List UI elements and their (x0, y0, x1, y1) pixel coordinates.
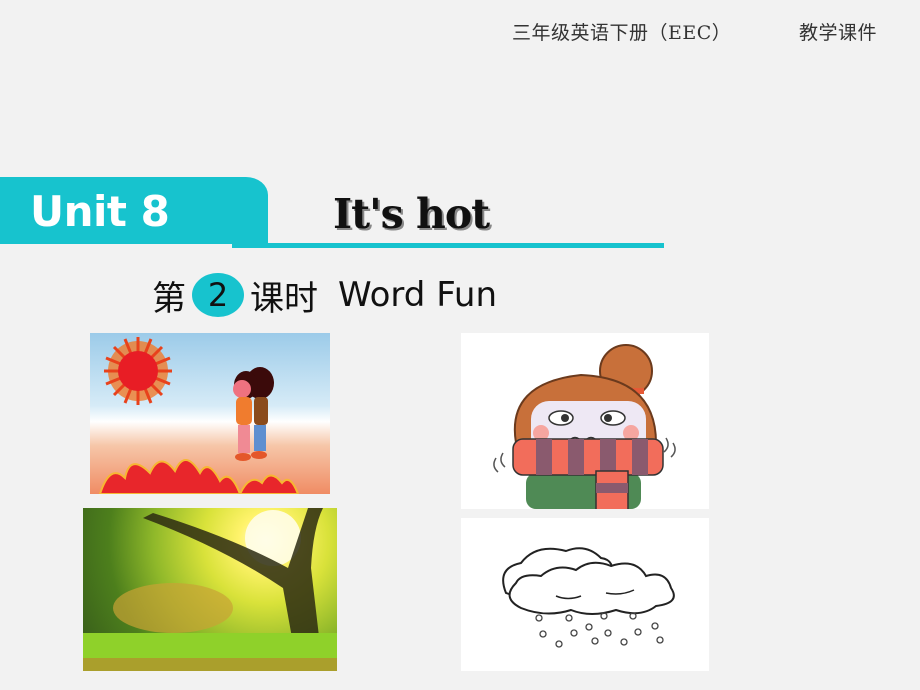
cold-weather-picture (461, 333, 709, 509)
lesson-title: It's hot (333, 190, 490, 238)
flames-icon (98, 459, 300, 494)
lesson-name: Word Fun (338, 275, 497, 315)
children-figure (233, 367, 274, 461)
rainy-weather-picture (461, 518, 709, 671)
raindrops-icon (535, 612, 664, 648)
sun-icon (104, 337, 172, 405)
courseware-label: 教学课件 (799, 22, 878, 44)
girl-figure (493, 344, 676, 509)
lesson-number-badge: 2 (192, 273, 244, 317)
lesson-suffix: 课时 (250, 278, 318, 319)
lesson-subtitle: 第 2 课时 Word Fun (152, 272, 497, 319)
hot-weather-picture (90, 333, 330, 494)
unit-tab: Unit 8 (0, 177, 268, 244)
title-underline (232, 243, 664, 248)
unit-label: Unit 8 (30, 187, 170, 236)
lesson-prefix: 第 (152, 278, 186, 319)
course-label: 三年级英语下册（EEC） (512, 22, 732, 44)
cloud-icon (502, 547, 675, 615)
sunny-weather-picture (83, 508, 337, 671)
